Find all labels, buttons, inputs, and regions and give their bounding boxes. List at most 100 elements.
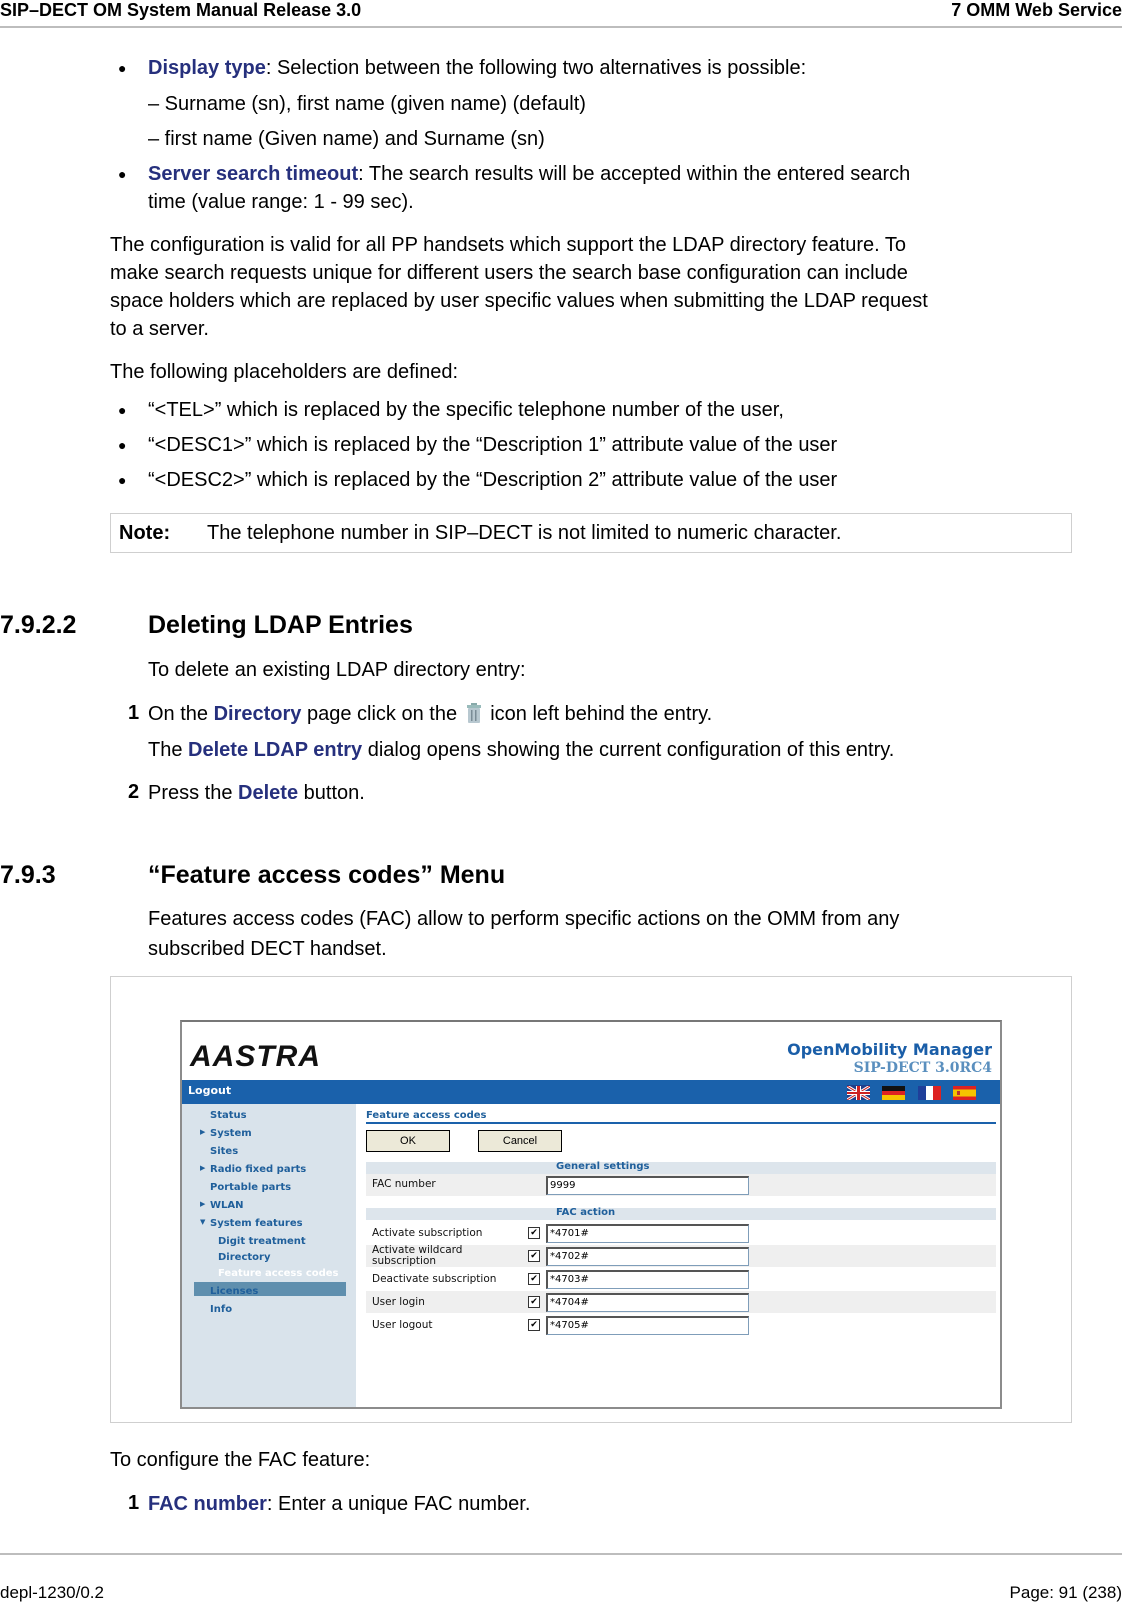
sidebar-item-status[interactable]: Status (210, 1110, 247, 1121)
fac-number-row: FAC number 9999 (366, 1174, 996, 1196)
step-pre: Press the (148, 782, 239, 804)
section-title: Deleting LDAP Entries (148, 611, 413, 639)
bullet-icon: ● (118, 472, 127, 488)
para-line: to a server. (110, 318, 209, 340)
action-label: User login (372, 1296, 425, 1308)
expand-arrow-icon: ▶ (200, 1164, 206, 1172)
general-settings-header (366, 1162, 996, 1174)
section-number: 7.9.3 (0, 861, 56, 889)
sidebar-item-radio-fixed-parts[interactable]: Radio fixed parts (210, 1164, 306, 1175)
sidebar-item-licenses[interactable]: Licenses (210, 1286, 258, 1297)
server-timeout-term: Server search timeout (148, 163, 359, 185)
step-number: 2 (128, 781, 140, 803)
sidebar-item-info[interactable]: Info (210, 1304, 232, 1315)
es-flag-icon[interactable] (953, 1085, 976, 1100)
sidebar-item-feature-access-codes[interactable]: Feature access codes (218, 1268, 339, 1279)
note-box: Note: The telephone number in SIP–DECT i… (110, 513, 1072, 553)
action-enabled-checkbox[interactable]: ✔ (528, 1296, 540, 1308)
logout-link[interactable]: Logout (188, 1084, 231, 1097)
sidebar-item-portable-parts[interactable]: Portable parts (210, 1182, 291, 1193)
step-subtext: The Delete LDAP entry dialog opens showi… (148, 738, 894, 762)
placeholder-item: “<DESC2>” which is replaced by the “Desc… (148, 469, 838, 491)
step-post: button. (298, 782, 365, 804)
header-manual-title: SIP–DECT OM System Manual Release 3.0 (0, 0, 362, 20)
fac-number-keyword: FAC number (148, 1493, 267, 1515)
step-mid: page click on the (301, 703, 463, 725)
bullet-icon: ● (118, 166, 127, 182)
section-intro: To delete an existing LDAP directory ent… (148, 659, 526, 681)
step-post: icon left behind the entry. (484, 703, 713, 725)
directory-keyword: Directory (213, 703, 302, 725)
step-pre: On the (148, 703, 214, 725)
action-enabled-checkbox[interactable]: ✔ (528, 1227, 540, 1239)
cancel-button[interactable]: Cancel (478, 1130, 562, 1152)
fac-number-input[interactable]: 9999 (546, 1176, 749, 1195)
step-text: FAC number: Enter a unique FAC number. (148, 1492, 530, 1516)
display-type-item: Display type: Selection between the foll… (148, 56, 806, 80)
action-label: User logout (372, 1319, 433, 1331)
display-type-text: : Selection between the following two al… (265, 57, 807, 79)
fac-action-row: Activate subscription ✔ *4701# (366, 1222, 996, 1244)
sub-post: dialog opens showing the current configu… (362, 739, 895, 761)
sidebar-item-sites[interactable]: Sites (210, 1146, 238, 1157)
server-timeout-text: : The search results will be accepted wi… (358, 163, 911, 185)
expand-arrow-icon: ▶ (200, 1200, 206, 1208)
action-code-input[interactable]: *4701# (546, 1224, 749, 1243)
uk-flag-icon[interactable] (846, 1084, 871, 1102)
para-line: space holders which are replaced by user… (110, 290, 928, 312)
expand-arrow-icon: ▶ (200, 1128, 206, 1136)
sub-pre: The (148, 739, 189, 761)
sidebar-item-directory[interactable]: Directory (218, 1252, 270, 1263)
trash-icon (466, 703, 481, 723)
bullet-icon: ● (118, 60, 127, 76)
action-code-input[interactable]: *4704# (546, 1293, 749, 1312)
display-option: – Surname (sn), first name (given name) … (148, 93, 586, 115)
step-number: 1 (128, 1492, 140, 1514)
fac-action-row: Activate wildcard subscription ✔ *4702# (366, 1245, 996, 1267)
action-code-input[interactable]: *4705# (546, 1316, 749, 1335)
omm-screenshot: AASTRA OpenMobility Manager SIP-DECT 3.0… (180, 1020, 1002, 1409)
sidebar-item-wlan[interactable]: WLAN (210, 1200, 244, 1211)
fac-number-label: FAC number (372, 1178, 436, 1190)
de-flag-icon[interactable] (882, 1085, 905, 1100)
placeholder-item: “<DESC1>” which is replaced by the “Desc… (148, 434, 838, 456)
action-label: Deactivate subscription (372, 1273, 497, 1285)
action-code-input[interactable]: *4703# (546, 1270, 749, 1289)
fac-action-row: User login ✔ *4704# (366, 1291, 996, 1313)
action-enabled-checkbox[interactable]: ✔ (528, 1319, 540, 1331)
step-text: On the Directory page click on the icon … (148, 702, 712, 726)
section-intro: Features access codes (FAC) allow to per… (148, 908, 900, 930)
sidebar-item-system[interactable]: System (210, 1128, 252, 1139)
action-enabled-checkbox[interactable]: ✔ (528, 1273, 540, 1285)
placeholders-intro: The following placeholders are defined: (110, 361, 458, 383)
collapse-arrow-icon: ▼ (200, 1218, 206, 1226)
ok-button[interactable]: OK (366, 1130, 450, 1152)
page-header: SIP–DECT OM System Manual Release 3.0 7 … (0, 0, 1122, 28)
configure-intro: To configure the FAC feature: (110, 1449, 371, 1471)
note-text: The telephone number in SIP–DECT is not … (207, 522, 842, 544)
action-enabled-checkbox[interactable]: ✔ (528, 1250, 540, 1262)
server-timeout-text-2: time (value range: 1 - 99 sec). (148, 191, 414, 213)
footer-doc-id: depl-1230/0.2 (0, 1583, 104, 1602)
sidebar-item-system-features[interactable]: System features (210, 1218, 303, 1229)
top-bar: Logout (182, 1080, 1000, 1104)
action-label: Activate wildcard subscription (372, 1244, 463, 1267)
section-number: 7.9.2.2 (0, 611, 77, 639)
sidebar-item-digit-treatment[interactable]: Digit treatment (218, 1236, 306, 1247)
fr-flag-icon[interactable] (918, 1085, 941, 1100)
sidebar: Status ▶ System Sites ▶ Radio fixed part… (182, 1104, 356, 1407)
general-settings-label: General settings (556, 1161, 650, 1172)
section-title: “Feature access codes” Menu (148, 861, 506, 889)
omm-version: SIP-DECT 3.0RC4 (853, 1060, 992, 1076)
page-footer-rule (0, 1553, 1122, 1555)
section-intro: subscribed DECT handset. (148, 938, 387, 960)
bullet-icon: ● (118, 402, 127, 418)
action-code-input[interactable]: *4702# (546, 1247, 749, 1266)
fac-action-row: User logout ✔ *4705# (366, 1314, 996, 1336)
title-underline (366, 1122, 996, 1124)
step-text: Press the Delete button. (148, 781, 365, 805)
placeholder-item: “<TEL>” which is replaced by the specifi… (148, 399, 784, 421)
action-label: Activate subscription (372, 1227, 483, 1239)
para-line: make search requests unique for differen… (110, 262, 908, 284)
note-label: Note: (119, 522, 171, 544)
